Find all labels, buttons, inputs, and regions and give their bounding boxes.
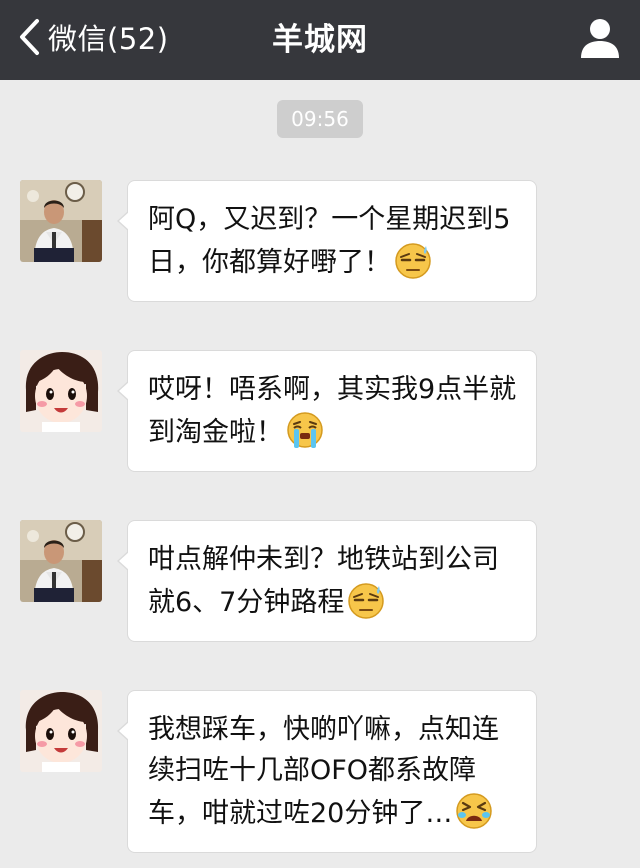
message-bubble[interactable]: 我想踩车，快啲吖嘛，点知连续扫咗十几部OFO都系故障车，咁就过咗20分钟了… (117, 690, 537, 853)
man-avatar-icon (20, 520, 102, 602)
avatar[interactable] (20, 350, 102, 432)
message-text: 哎呀！唔系啊，其实我9点半就到淘金啦！ (148, 374, 517, 448)
message-bubble[interactable]: 哎呀！唔系啊，其实我9点半就到淘金啦！ (117, 350, 537, 472)
message-text: 我想踩车，快啲吖嘛，点知连续扫咗十几部OFO都系故障车，咁就过咗20分钟了… (148, 714, 499, 829)
profile-button[interactable] (578, 16, 622, 60)
message-bubble[interactable]: 咁点解仲未到？地铁站到公司就6、7分钟路程 (117, 520, 537, 642)
timestamp: 09:56 (277, 100, 363, 138)
person-icon (581, 19, 619, 58)
avatar[interactable] (20, 180, 102, 262)
avatar[interactable] (20, 690, 102, 772)
crying-face-icon (285, 410, 325, 450)
avatar[interactable] (20, 520, 102, 602)
message-bubble[interactable]: 阿Q，又迟到？一个星期迟到5日，你都算好嘢了！ (117, 180, 537, 302)
man-avatar-icon (20, 180, 102, 262)
girl-avatar-icon (20, 350, 102, 432)
sweat-face-icon (393, 240, 433, 280)
message-text: 咁点解仲未到？地铁站到公司就6、7分钟路程 (148, 544, 499, 618)
message-text: 阿Q，又迟到？一个星期迟到5日，你都算好嘢了！ (148, 204, 511, 278)
tired-face-icon (454, 791, 494, 831)
nav-bar: 微信(52) 羊城网 (0, 0, 640, 80)
girl-avatar-icon (20, 690, 102, 772)
sweat-face-icon (346, 580, 386, 620)
chat-title: 羊城网 (272, 22, 368, 58)
